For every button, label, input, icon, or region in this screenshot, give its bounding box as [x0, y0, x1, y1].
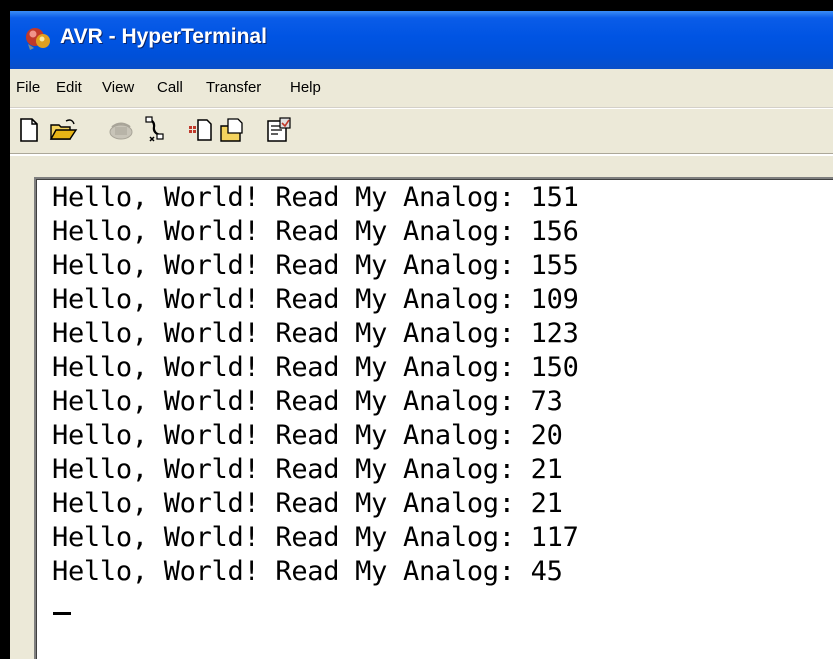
terminal-line: Hello, World! Read My Analog: 20: [52, 420, 563, 451]
terminal-line: Hello, World! Read My Analog: 150: [52, 352, 579, 383]
terminal-line: Hello, World! Read My Analog: 156: [52, 216, 579, 247]
call-icon[interactable]: [106, 115, 136, 145]
menu-help[interactable]: Help: [290, 79, 321, 96]
terminal-screen[interactable]: Hello, World! Read My Analog: 151 Hello,…: [34, 177, 833, 659]
client-area: Hello, World! Read My Analog: 151 Hello,…: [10, 159, 833, 659]
terminal-line: Hello, World! Read My Analog: 117: [52, 522, 579, 553]
menu-transfer[interactable]: Transfer: [206, 79, 261, 96]
toolbar-separator: [10, 153, 833, 156]
terminal-line: Hello, World! Read My Analog: 151: [52, 182, 579, 213]
disconnect-icon[interactable]: [140, 115, 170, 145]
terminal-cursor: [53, 612, 71, 615]
hyperterminal-window: AVR - HyperTerminal File Edit View Call …: [10, 11, 833, 659]
properties-icon[interactable]: [264, 115, 294, 145]
send-icon[interactable]: [186, 115, 216, 145]
menu-file[interactable]: File: [16, 79, 40, 96]
terminal-line: Hello, World! Read My Analog: 155: [52, 250, 579, 281]
hyperterminal-app-icon[interactable]: [24, 24, 52, 52]
terminal-line: Hello, World! Read My Analog: 123: [52, 318, 579, 349]
menu-edit[interactable]: Edit: [56, 79, 82, 96]
terminal-line: Hello, World! Read My Analog: 21: [52, 454, 563, 485]
terminal-line: Hello, World! Read My Analog: 45: [52, 556, 563, 587]
window-title: AVR - HyperTerminal: [60, 25, 267, 48]
receive-icon[interactable]: [218, 115, 248, 145]
menu-bar: File Edit View Call Transfer Help: [10, 69, 833, 108]
menu-call[interactable]: Call: [157, 79, 183, 96]
title-bar[interactable]: AVR - HyperTerminal: [10, 11, 833, 69]
new-connection-icon[interactable]: [14, 115, 44, 145]
terminal-line: Hello, World! Read My Analog: 109: [52, 284, 579, 315]
terminal-line: Hello, World! Read My Analog: 21: [52, 488, 563, 519]
open-icon[interactable]: [48, 115, 78, 145]
menu-view[interactable]: View: [102, 79, 134, 96]
toolbar: [10, 108, 833, 154]
terminal-line: Hello, World! Read My Analog: 73: [52, 386, 563, 417]
